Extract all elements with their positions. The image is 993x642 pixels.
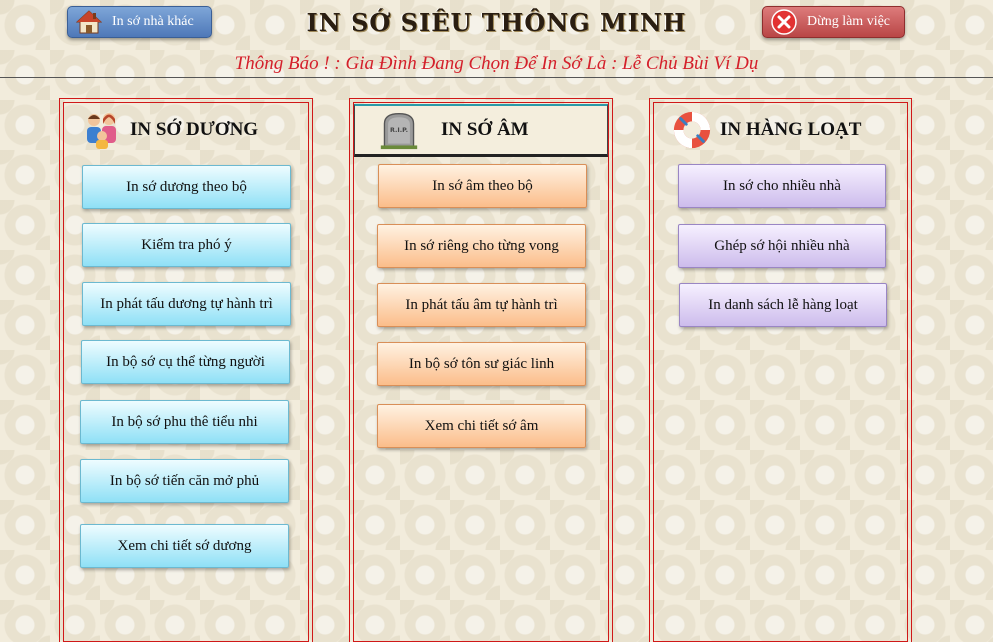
in-so-rieng-tung-vong-button[interactable]: In sớ riêng cho từng vong bbox=[377, 224, 586, 268]
in-bo-so-cu-the-button[interactable]: In bộ sớ cụ thể từng người bbox=[81, 340, 290, 384]
in-so-am-theo-bo-button[interactable]: In sớ âm theo bộ bbox=[378, 164, 587, 208]
svg-text:R.I.P.: R.I.P. bbox=[390, 127, 408, 134]
panel-hangloat-header: IN HÀNG LOẠT bbox=[654, 107, 907, 153]
panel-am-header: R.I.P. IN SỚ ÂM bbox=[354, 104, 608, 157]
in-bo-so-tien-can-button[interactable]: In bộ sớ tiến căn mở phủ bbox=[80, 459, 289, 503]
panel-so-am: R.I.P. IN SỚ ÂM In sớ âm theo bộ In sớ r… bbox=[349, 98, 613, 642]
family-icon bbox=[82, 110, 122, 150]
kiem-tra-pho-y-button[interactable]: Kiểm tra phó ý bbox=[82, 223, 291, 267]
panel-duong-header: IN SỚ DƯƠNG bbox=[64, 107, 308, 153]
header-divider bbox=[0, 77, 993, 78]
stop-button[interactable]: Dừng làm việc bbox=[762, 6, 905, 38]
in-phat-tau-duong-button[interactable]: In phát tấu dương tự hành trì bbox=[82, 282, 291, 326]
ghep-so-hoi-button[interactable]: Ghép sớ hội nhiều nhà bbox=[678, 224, 886, 268]
panel-hangloat-title: IN HÀNG LOẠT bbox=[720, 119, 862, 140]
xem-chi-tiet-so-duong-button[interactable]: Xem chi tiết sớ dương bbox=[80, 524, 289, 568]
xem-chi-tiet-so-am-button[interactable]: Xem chi tiết sớ âm bbox=[377, 404, 586, 448]
in-bo-so-phu-the-button[interactable]: In bộ sớ phu thê tiểu nhi bbox=[80, 400, 289, 444]
close-icon bbox=[771, 9, 797, 35]
panel-so-duong: IN SỚ DƯƠNG In sớ dương theo bộ Kiểm tra… bbox=[59, 98, 313, 642]
panel-hang-loat: IN HÀNG LOẠT In sớ cho nhiều nhà Ghép sớ… bbox=[649, 98, 912, 642]
in-so-nhieu-nha-button[interactable]: In sớ cho nhiều nhà bbox=[678, 164, 886, 208]
in-phat-tau-am-button[interactable]: In phát tấu âm tự hành trì bbox=[377, 283, 586, 327]
tombstone-icon: R.I.P. bbox=[379, 110, 419, 150]
panel-am-title: IN SỚ ÂM bbox=[441, 119, 529, 140]
stop-label: Dừng làm việc bbox=[807, 14, 891, 29]
in-danh-sach-le-button[interactable]: In danh sách lễ hàng loạt bbox=[679, 283, 887, 327]
panel-duong-title: IN SỚ DƯƠNG bbox=[130, 119, 259, 140]
in-bo-so-ton-su-button[interactable]: In bộ sớ tôn sư giác linh bbox=[377, 342, 586, 386]
notice-text: Thông Báo ! : Gia Đình Đang Chọn Để In S… bbox=[234, 53, 759, 74]
in-so-duong-theo-bo-button[interactable]: In sớ dương theo bộ bbox=[82, 165, 291, 209]
lifebuoy-icon bbox=[672, 110, 712, 150]
